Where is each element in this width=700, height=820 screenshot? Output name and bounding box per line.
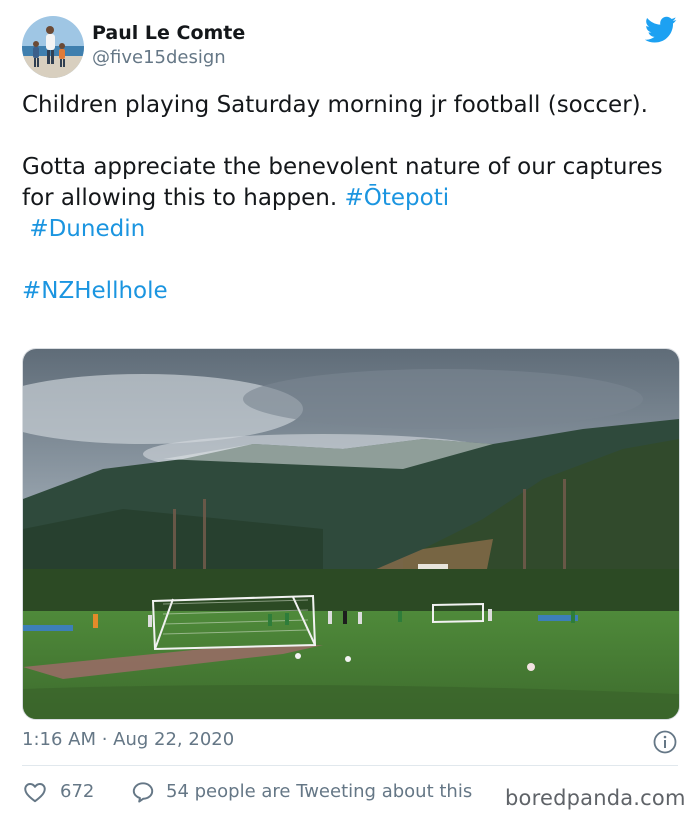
tweet-text-line2: Gotta appreciate the benevolent nature o… — [22, 152, 672, 245]
twitter-bird-icon[interactable] — [644, 16, 677, 44]
hashtag-dunedin[interactable]: #Dunedin — [29, 216, 145, 242]
author-handle[interactable]: @five15design — [92, 47, 226, 68]
tweet-text-line2-body: Gotta appreciate the benevolent nature o… — [22, 154, 663, 211]
hashtag-nzhellhole[interactable]: #NZHellhole — [22, 278, 168, 304]
tweet-text: Children playing Saturday morning jr foo… — [22, 90, 672, 307]
divider — [22, 765, 678, 766]
avatar[interactable] — [22, 16, 84, 78]
tweet-timestamp[interactable]: 1:16 AM · Aug 22, 2020 — [22, 729, 234, 750]
hashtag-otepoti[interactable]: #Ōtepoti — [344, 185, 449, 211]
tweeting-about-link[interactable]: 54 people are Tweeting about this — [166, 781, 472, 802]
info-icon[interactable] — [652, 729, 678, 755]
watermark: boredpanda.com — [505, 786, 686, 810]
tweet-text-line1: Children playing Saturday morning jr foo… — [22, 92, 648, 118]
like-count[interactable]: 672 — [60, 781, 94, 802]
author-name[interactable]: Paul Le Comte — [92, 22, 245, 44]
reply-bubble-icon[interactable] — [130, 779, 156, 805]
heart-icon[interactable] — [22, 779, 48, 805]
tweet-photo[interactable] — [22, 348, 680, 720]
